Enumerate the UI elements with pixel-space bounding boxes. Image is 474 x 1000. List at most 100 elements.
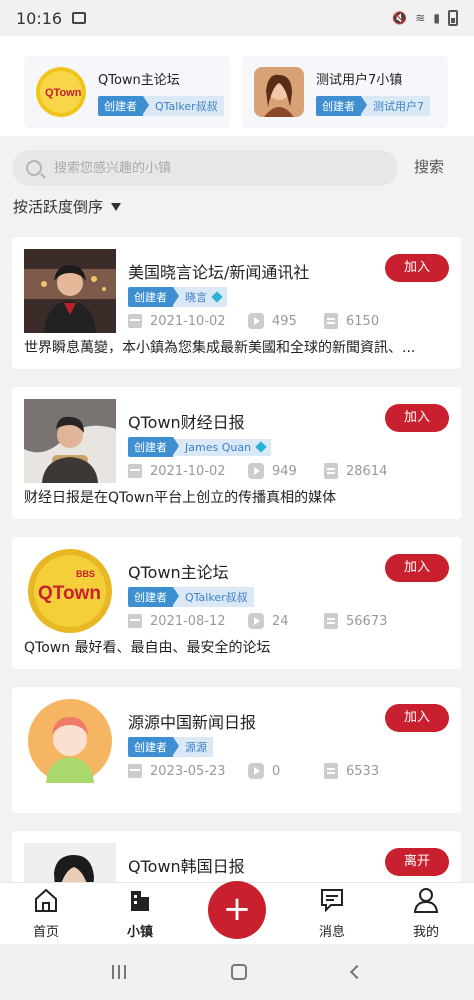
featured-town-name: QTown主论坛 bbox=[98, 72, 180, 88]
recent-apps-icon[interactable] bbox=[112, 965, 127, 979]
signal-icon: ▮ bbox=[433, 11, 440, 25]
calendar-icon bbox=[128, 464, 142, 478]
plus-icon: + bbox=[222, 889, 252, 929]
post-icon bbox=[324, 313, 338, 329]
wifi-icon: ≋ bbox=[415, 11, 426, 25]
play-icon bbox=[248, 763, 264, 779]
created-date: 2021-10-02 bbox=[150, 463, 226, 479]
view-count: 24 bbox=[272, 613, 289, 629]
creator-label: 创建者 bbox=[128, 437, 179, 457]
building-icon bbox=[131, 891, 149, 911]
creator-label: 创建者 bbox=[128, 287, 179, 307]
town-stats: 2021-10-02 495 6150 bbox=[128, 313, 444, 329]
creator-label: 创建者 bbox=[98, 95, 149, 116]
town-stats: 2021-10-02 949 28614 bbox=[128, 463, 444, 479]
post-count: 6533 bbox=[346, 763, 380, 779]
creator-name-text: 晓言 bbox=[185, 291, 207, 304]
town-description: 世界瞬息萬變，本小鎮為您集成最新美國和全球的新聞資訊、... bbox=[24, 340, 416, 356]
featured-town-name: 测试用户7小镇 bbox=[316, 72, 403, 88]
town-avatar-icon bbox=[24, 249, 116, 333]
status-icons: 🔇 ≋ ▮ bbox=[392, 10, 458, 26]
creator-name: QTalker叔叔 bbox=[173, 587, 254, 607]
home-icon bbox=[35, 888, 57, 912]
creator-tag: 创建者 晓言 bbox=[128, 287, 227, 307]
play-icon bbox=[248, 613, 264, 629]
town-avatar-icon bbox=[254, 67, 304, 117]
nav-label: 消息 bbox=[318, 925, 345, 940]
town-name: QTown韩国日报 bbox=[128, 857, 245, 876]
creator-label: 创建者 bbox=[316, 95, 367, 116]
town-name: QTown主论坛 bbox=[128, 563, 229, 582]
town-stats: 2021-08-12 24 56673 bbox=[128, 613, 444, 629]
calendar-icon bbox=[128, 614, 142, 628]
creator-name: James Quan bbox=[173, 438, 272, 456]
sort-label: 按活跃度倒序 bbox=[13, 198, 104, 216]
join-button[interactable]: 加入 bbox=[385, 554, 449, 582]
town-card[interactable]: 美国晓言论坛/新闻通讯社 加入 创建者 晓言 2021-10-02 495 61… bbox=[12, 237, 461, 369]
view-count: 0 bbox=[272, 763, 281, 779]
creator-name: QTalker叔叔 bbox=[143, 95, 224, 116]
status-time: 10:16 bbox=[16, 8, 63, 28]
caret-down-icon bbox=[111, 202, 122, 211]
created-date: 2021-10-02 bbox=[150, 313, 226, 329]
svg-text:BBS: BBS bbox=[76, 569, 95, 579]
status-bar: 10:16 🔇 ≋ ▮ bbox=[0, 0, 474, 36]
creator-name: 晓言 bbox=[173, 287, 227, 307]
post-icon bbox=[324, 613, 338, 629]
town-card[interactable]: BBS QTown QTown主论坛 加入 创建者 QTalker叔叔 2021… bbox=[12, 537, 461, 669]
nav-label: 小镇 bbox=[126, 925, 153, 940]
create-button[interactable]: + bbox=[208, 881, 266, 939]
nav-profile[interactable]: 我的 bbox=[396, 887, 456, 940]
creator-tag: 创建者 QTalker叔叔 bbox=[98, 95, 224, 116]
diamond-icon bbox=[211, 291, 223, 303]
created-date: 2021-08-12 bbox=[150, 613, 226, 629]
mute-icon: 🔇 bbox=[392, 11, 408, 25]
town-description: 财经日报是在QTown平台上创立的传播真相的媒体 bbox=[24, 490, 337, 506]
sort-dropdown[interactable]: 按活跃度倒序 bbox=[13, 196, 122, 217]
svg-text:QTown: QTown bbox=[45, 87, 82, 99]
search-input[interactable] bbox=[54, 160, 354, 176]
creator-name: 测试用户7 bbox=[361, 95, 430, 116]
post-icon bbox=[324, 463, 338, 479]
creator-tag: 创建者 测试用户7 bbox=[316, 95, 430, 116]
featured-town-card[interactable]: QTown QTown主论坛 创建者 QTalker叔叔 bbox=[24, 56, 230, 128]
creator-name: 源源 bbox=[173, 737, 213, 757]
search-icon bbox=[26, 160, 42, 176]
join-button[interactable]: 加入 bbox=[385, 254, 449, 282]
play-icon bbox=[248, 463, 264, 479]
svg-text:QTown: QTown bbox=[38, 583, 101, 604]
user-icon bbox=[413, 888, 439, 913]
join-button[interactable]: 加入 bbox=[385, 704, 449, 732]
nav-label: 首页 bbox=[32, 925, 59, 940]
nav-messages[interactable]: 消息 bbox=[302, 887, 362, 940]
search-button[interactable]: 搜索 bbox=[414, 156, 444, 177]
back-icon[interactable] bbox=[349, 964, 364, 980]
calendar-icon bbox=[128, 314, 142, 328]
home-system-icon[interactable] bbox=[230, 964, 247, 980]
creator-tag: 创建者 James Quan bbox=[128, 437, 272, 457]
nav-towns[interactable]: 小镇 bbox=[110, 887, 170, 940]
creator-tag: 创建者 QTalker叔叔 bbox=[128, 587, 254, 607]
featured-town-card[interactable]: 测试用户7小镇 创建者 测试用户7 bbox=[242, 56, 448, 128]
play-icon bbox=[248, 313, 264, 329]
join-button[interactable]: 加入 bbox=[385, 404, 449, 432]
town-description: QTown 最好看、最自由、最安全的论坛 bbox=[24, 640, 271, 656]
search-bar bbox=[12, 150, 398, 186]
town-logo-icon: QTown bbox=[36, 67, 86, 117]
leave-button[interactable]: 离开 bbox=[385, 848, 449, 876]
town-logo-icon: BBS QTown bbox=[24, 549, 116, 633]
image-notification-icon bbox=[72, 12, 87, 24]
creator-label: 创建者 bbox=[128, 737, 179, 757]
creator-label: 创建者 bbox=[128, 587, 179, 607]
view-count: 949 bbox=[272, 463, 297, 479]
battery-icon bbox=[448, 10, 458, 26]
system-nav bbox=[0, 944, 474, 1000]
created-date: 2023-05-23 bbox=[150, 763, 226, 779]
town-card[interactable]: QTown财经日报 加入 创建者 James Quan 2021-10-02 9… bbox=[12, 387, 461, 519]
calendar-icon bbox=[128, 764, 142, 778]
town-card[interactable]: 源源中国新闻日报 加入 创建者 源源 2023-05-23 0 6533 bbox=[12, 687, 461, 813]
nav-home[interactable]: 首页 bbox=[16, 887, 76, 940]
post-count: 56673 bbox=[346, 613, 388, 629]
view-count: 495 bbox=[272, 313, 297, 329]
town-avatar-icon bbox=[24, 399, 116, 483]
